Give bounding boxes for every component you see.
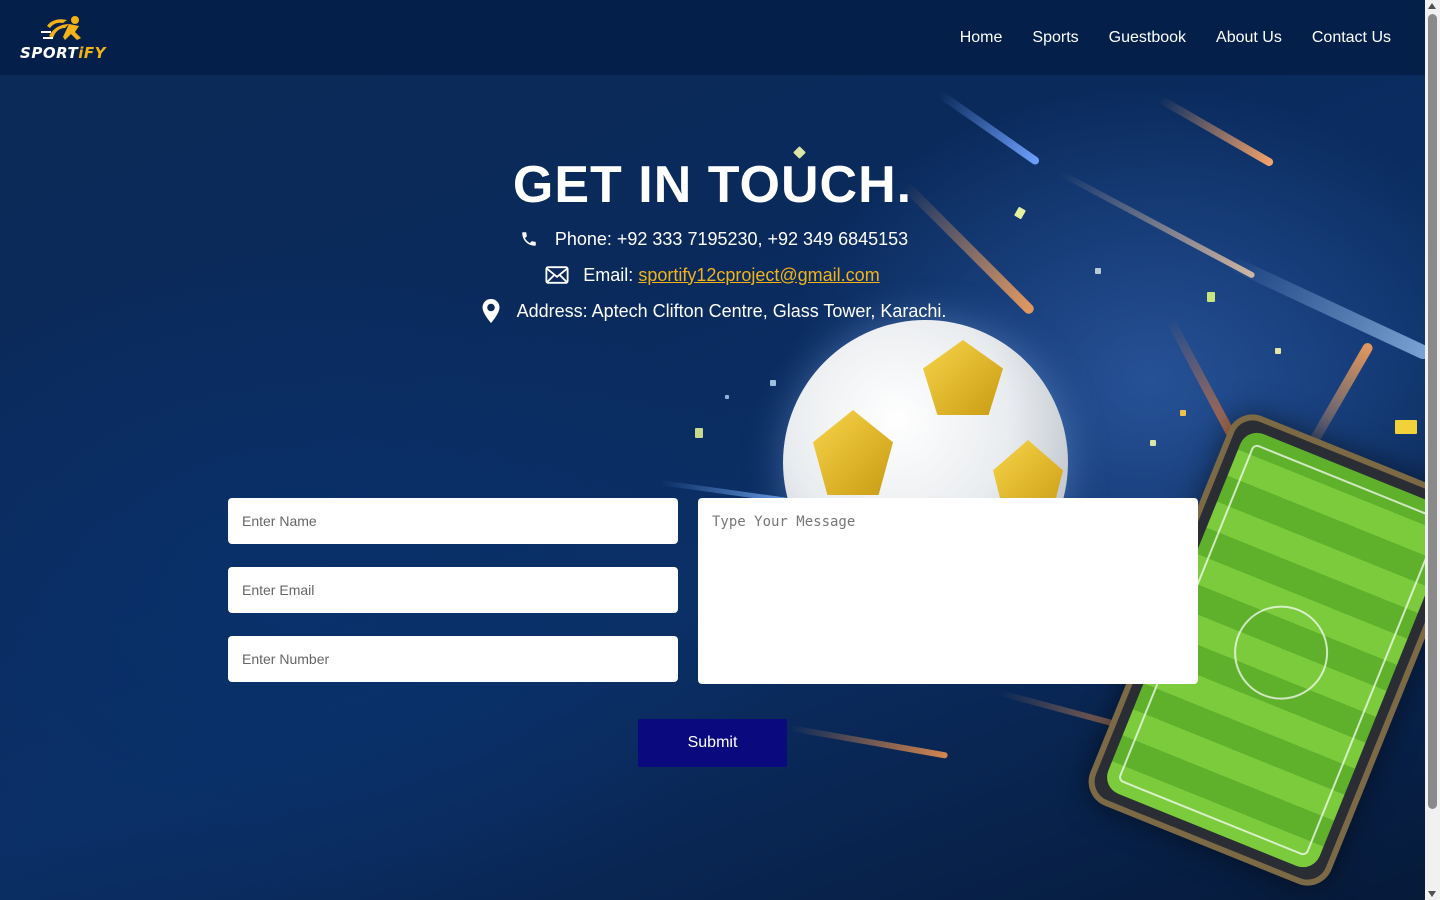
phone-text: Phone: +92 333 7195230, +92 349 6845153 (554, 228, 909, 249)
confetti (1395, 420, 1417, 434)
confetti (695, 428, 703, 438)
scrollbar[interactable] (1425, 0, 1440, 900)
contact-info: GET IN TOUCH. Phone: +92 333 7195230, +9… (0, 155, 1425, 323)
email-input[interactable] (228, 567, 678, 613)
map-pin-icon (479, 299, 503, 323)
name-input[interactable] (228, 498, 678, 544)
confetti (1180, 410, 1186, 416)
nav-sports[interactable]: Sports (1032, 29, 1078, 47)
number-input[interactable] (228, 636, 678, 682)
scroll-thumb[interactable] (1428, 14, 1437, 809)
runner-logo-icon (39, 14, 87, 44)
nav-home[interactable]: Home (960, 29, 1003, 47)
email-row: Email: sportify12cproject@gmail.com (0, 263, 1425, 287)
light-streak (789, 725, 949, 759)
nav-links: Home Sports Guestbook About Us Contact U… (960, 29, 1391, 47)
scroll-up-arrow-icon[interactable] (1428, 3, 1436, 9)
address-text: Address: Aptech Clifton Centre, Glass To… (516, 300, 947, 321)
ball-patch (923, 340, 1003, 415)
confetti (1275, 348, 1281, 354)
message-textarea[interactable] (698, 498, 1198, 684)
phone-row: Phone: +92 333 7195230, +92 349 6845153 (0, 227, 1425, 251)
ball-patch (813, 410, 893, 495)
logo-text-accent: iFY (78, 43, 106, 62)
submit-button[interactable]: Submit (638, 719, 787, 767)
scroll-down-arrow-icon[interactable] (1428, 891, 1436, 897)
nav-about-us[interactable]: About Us (1216, 29, 1282, 47)
email-label: Email: (583, 264, 634, 285)
phone-icon (517, 227, 541, 251)
confetti (725, 395, 729, 399)
address-row: Address: Aptech Clifton Centre, Glass To… (0, 299, 1425, 323)
logo-text-main: SPORT (20, 43, 79, 62)
nav-contact-us[interactable]: Contact Us (1312, 29, 1391, 47)
confetti (1150, 440, 1156, 446)
logo[interactable]: SPORTiFY (20, 14, 106, 62)
nav-guestbook[interactable]: Guestbook (1109, 29, 1186, 47)
navbar: SPORTiFY Home Sports Guestbook About Us … (0, 0, 1425, 75)
email-link[interactable]: sportify12cproject@gmail.com (638, 265, 879, 285)
page-title: GET IN TOUCH. (512, 156, 913, 214)
envelope-icon (545, 263, 569, 287)
confetti (770, 380, 776, 386)
